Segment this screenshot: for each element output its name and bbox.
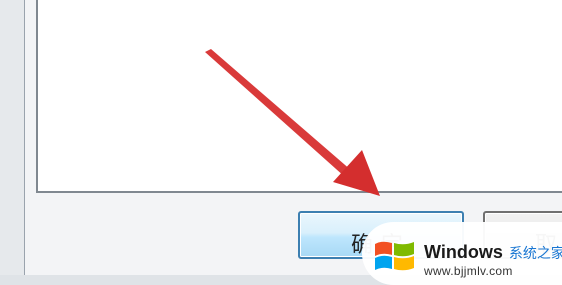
watermark-tagline: 系统之家	[508, 246, 562, 262]
arrow-head	[333, 150, 380, 196]
watermark-title: Windows 系统之家	[424, 242, 562, 263]
watermark-url: www.bjjmlv.com	[424, 264, 513, 278]
windows-logo-icon	[375, 241, 414, 271]
watermark-brand: Windows	[424, 242, 503, 262]
arrow-shaft	[205, 49, 352, 177]
screenshot-stage: 确定 取 Windows 系统之家 www.bjjmlv.com	[0, 0, 562, 285]
